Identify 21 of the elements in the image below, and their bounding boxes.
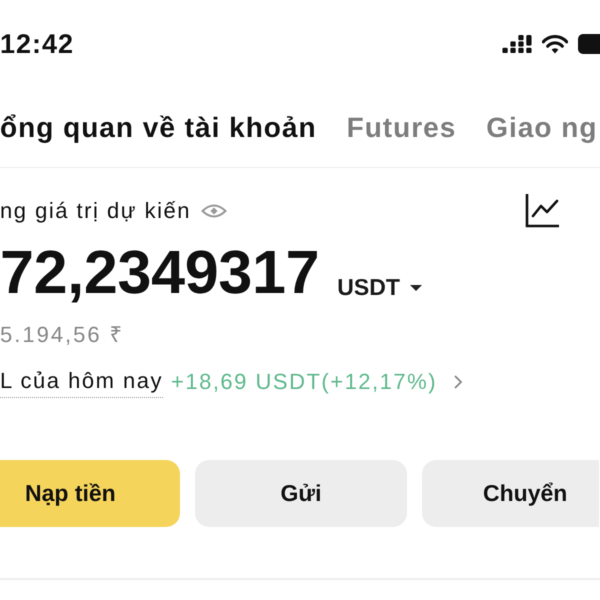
chevron-right-icon[interactable] [454,374,464,388]
caret-icon [410,284,422,290]
balance-amount: 72,2349317 [0,242,320,303]
pnl-label: L của hôm nay [0,370,163,398]
currency-dropdown[interactable]: USDT [337,276,422,299]
tab[interactable]: ổng quan về tài khoản [0,114,317,142]
action-button[interactable]: Nạp tiền [0,460,180,527]
currency-label: USDT [337,276,400,299]
pnl-value: +18,69 USDT(+12,17%) [171,370,438,396]
battery-icon [578,34,600,54]
status-time: 12:42 [0,30,74,58]
tab[interactable]: Futures [346,114,456,142]
action-button[interactable]: Chuyển [422,460,599,527]
tab[interactable]: Giao ng [486,114,598,142]
balance-label: ng giá trị dự kiến [0,200,191,222]
converted-value: 5.194,56 ₹ [0,324,125,346]
chart-icon[interactable] [525,194,560,228]
signal-icon [502,35,532,53]
action-button[interactable]: Gửi [195,460,407,527]
eye-icon[interactable] [200,202,227,220]
wifi-icon [542,34,568,54]
